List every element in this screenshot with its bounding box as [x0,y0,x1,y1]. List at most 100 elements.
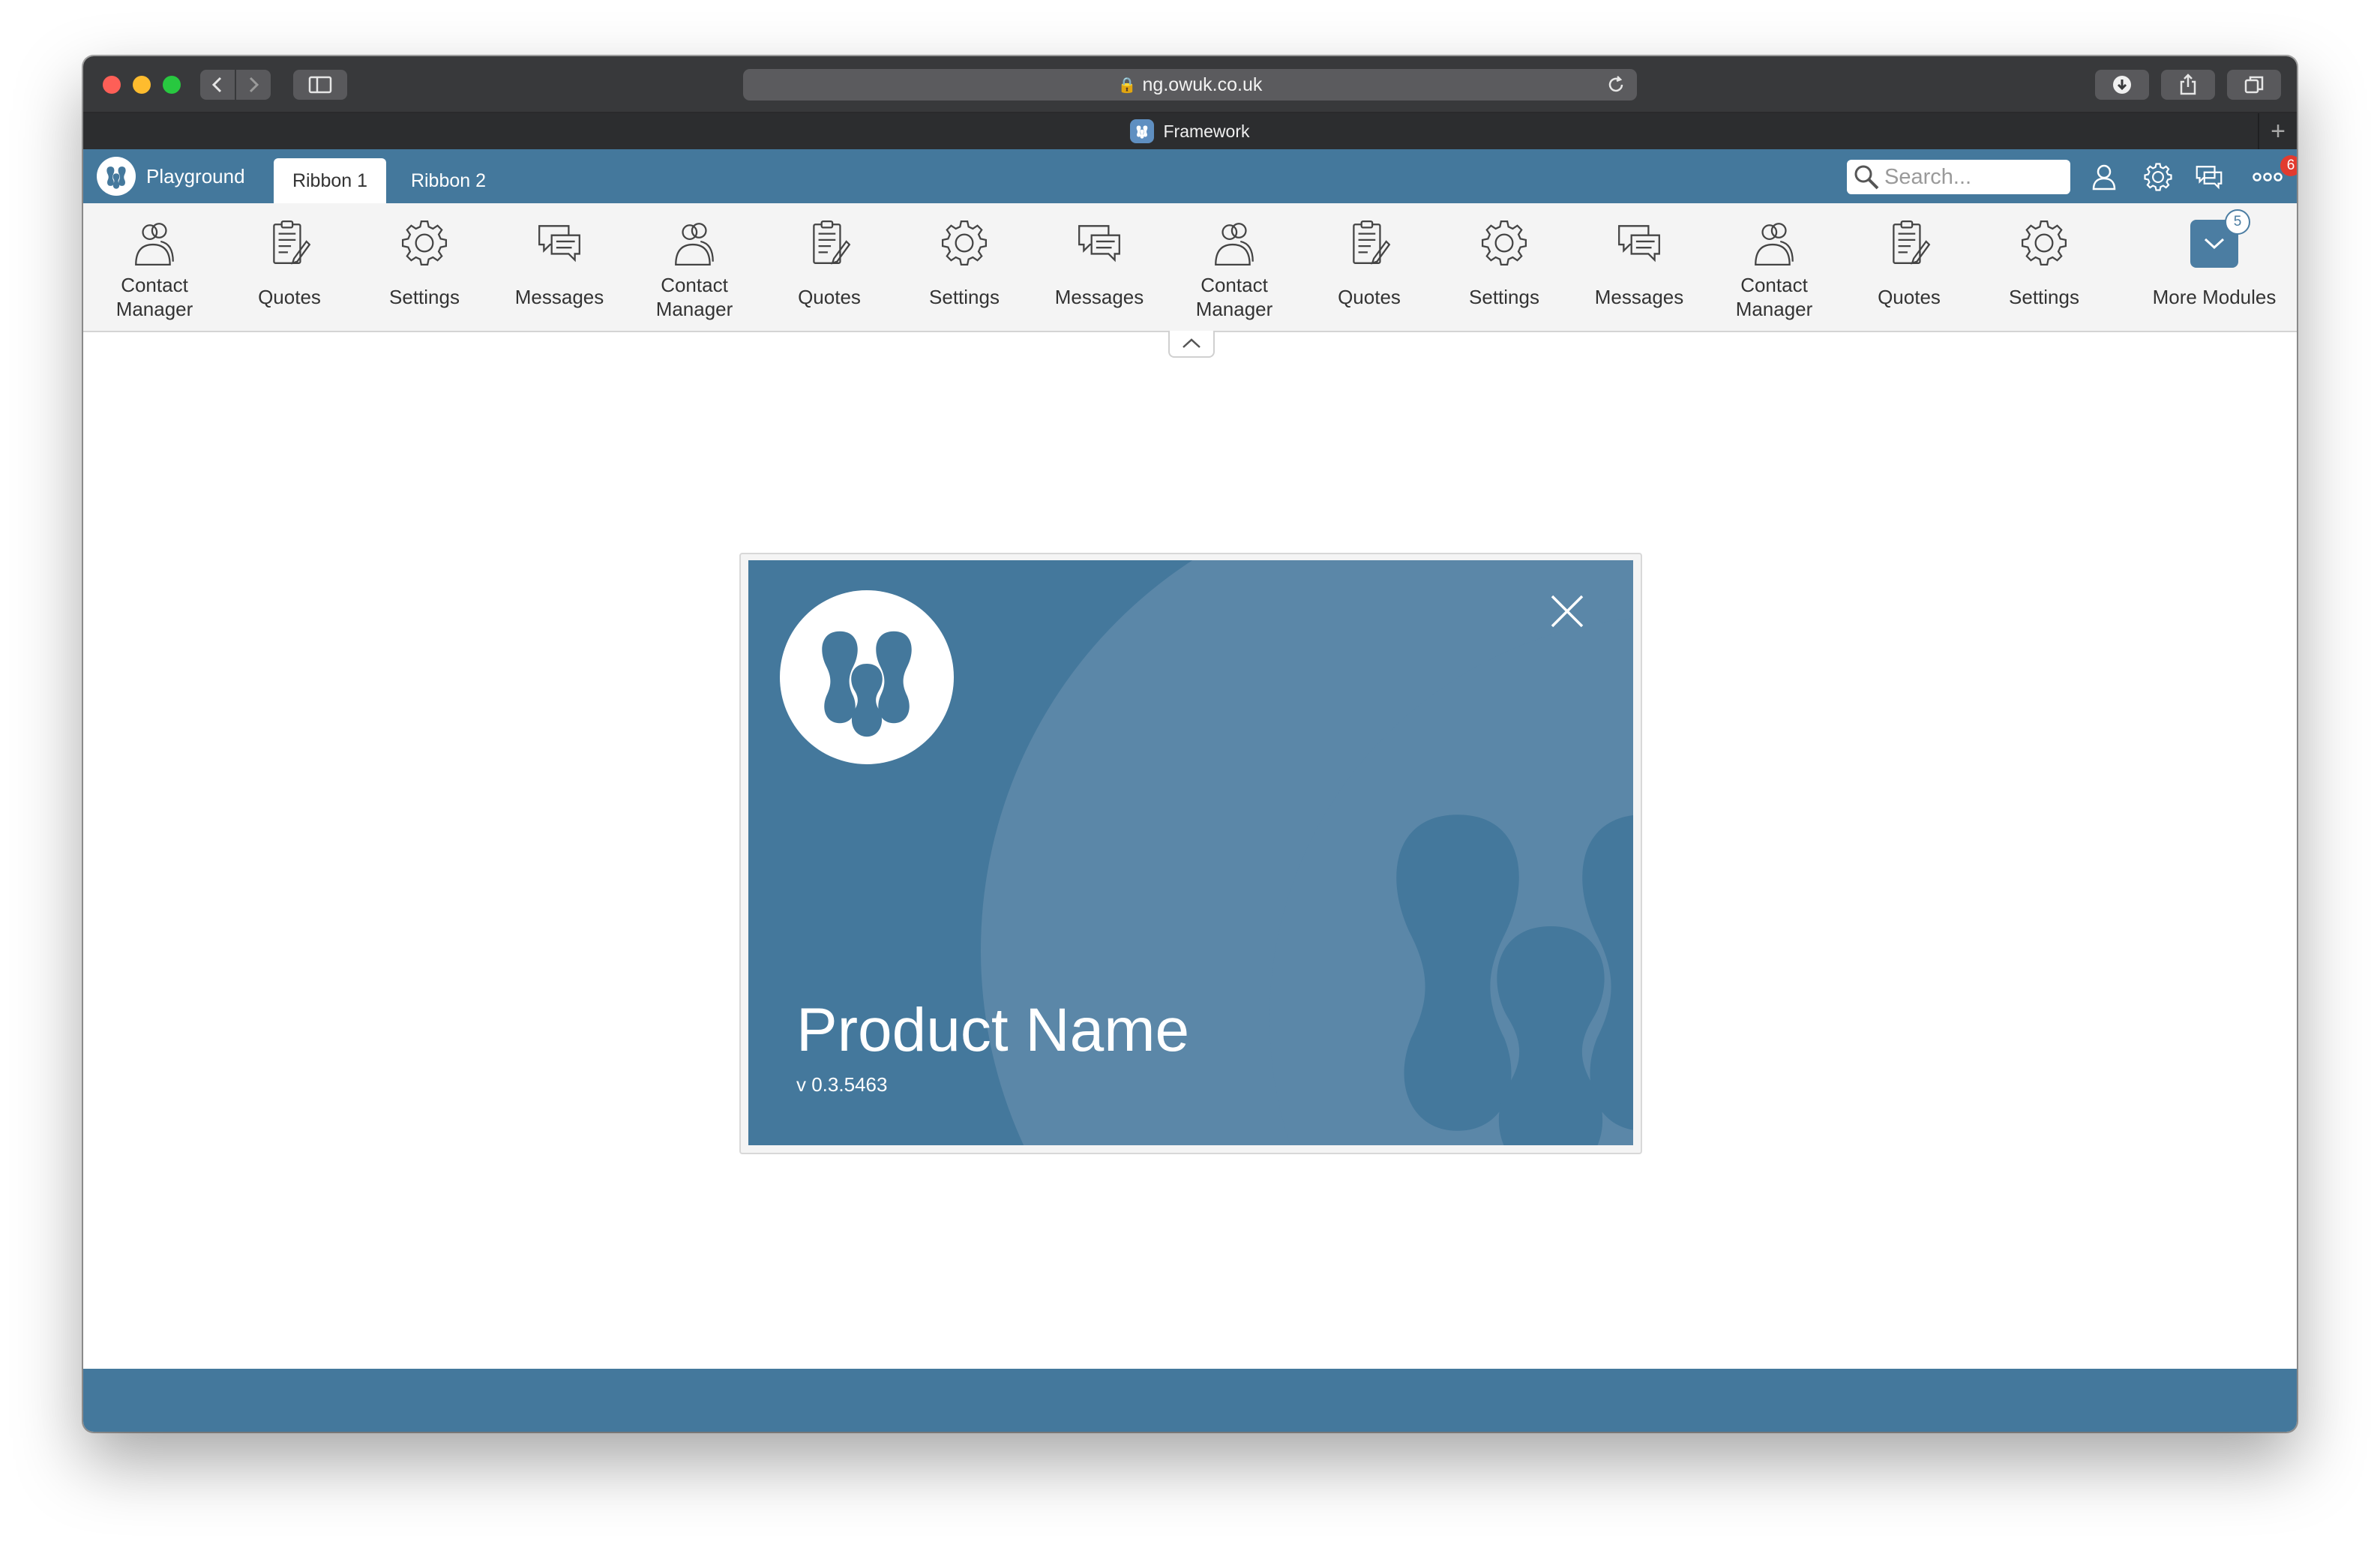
quotes-icon [265,218,314,268]
ribbon-item-label: Contact Manager [115,274,193,320]
share-icon [2180,74,2196,95]
quotes-icon [1884,218,1934,268]
browser-window: 🔒 ng.owuk.co.uk Framework + Playground R [83,56,2297,1432]
ribbon-item-label: Quotes [1878,286,1941,308]
close-window-button[interactable] [103,76,121,94]
ribbon-item-label: Settings [929,286,1000,308]
new-tab-button[interactable]: + [2258,113,2297,149]
app-footer [83,1369,2297,1432]
search-placeholder: Search... [1884,164,1972,189]
about-dialog: Product Name v 0.3.5463 [739,553,1642,1154]
ribbon-item-settings[interactable]: Settings [1440,203,1568,331]
close-dialog-icon[interactable] [1549,593,1585,629]
ribbon-item-messages[interactable]: Messages [1036,203,1163,331]
url-text: ng.owuk.co.uk [1142,74,1263,95]
quotes-icon [1344,218,1394,268]
ribbon-item-label: Quotes [1338,286,1401,308]
search-box[interactable]: Search... [1847,160,2070,194]
address-bar[interactable]: 🔒 ng.owuk.co.uk [743,69,1637,100]
ribbon-item-quotes[interactable]: Quotes [1305,203,1433,331]
more-modules-button[interactable]: 5 More Modules [2151,203,2278,331]
messages-icon [2196,166,2223,190]
app-brand-label: Playground [146,164,245,188]
browser-tab-title: Framework [1163,121,1250,141]
ribbon-item-messages[interactable]: Messages [1575,203,1703,331]
ribbon-item-contact-manager[interactable]: Contact Manager [1171,203,1298,331]
tab-ribbon-2[interactable]: Ribbon 2 [392,158,505,203]
forward-button[interactable] [236,70,271,100]
ribbon-item-contact-manager[interactable]: Contact Manager [631,203,758,331]
gear-icon [1479,218,1529,268]
ribbon-item-quotes[interactable]: Quotes [1845,203,1973,331]
browser-tab[interactable]: Framework + [83,113,2297,149]
gear-icon [940,218,989,268]
ribbon-item-label: Settings [2009,286,2079,308]
browser-toolbar: 🔒 ng.owuk.co.uk [83,56,2297,113]
contacts-icon [130,218,179,268]
search-icon [1854,165,1879,190]
chevron-up-icon [1183,338,1200,348]
contacts-icon [1209,218,1259,268]
more-dots-icon [2253,172,2283,182]
messages-icon [1614,218,1664,268]
ribbon-item-label: Quotes [798,286,861,308]
messages-icon [535,218,584,268]
gear-icon [2144,163,2172,191]
ribbon-item-settings[interactable]: Settings [361,203,488,331]
downloads-button[interactable] [2095,70,2149,100]
ribbon-item-contact-manager[interactable]: Contact Manager [91,203,218,331]
user-icon [2092,164,2116,190]
more-menu-button[interactable] [2250,160,2285,194]
gear-icon [2019,218,2069,268]
ribbon-item-settings[interactable]: Settings [901,203,1028,331]
framework-favicon-icon [1130,119,1155,143]
more-modules-count: 5 [2225,209,2250,235]
ribbon-item-label: Contact Manager [655,274,733,320]
sidebar-button[interactable] [293,70,347,100]
notifications-button[interactable] [2192,160,2226,194]
ribbon-item-label: Messages [1054,286,1144,308]
contacts-icon [1749,218,1799,268]
contacts-icon [670,218,719,268]
user-button[interactable] [2087,160,2121,194]
share-button[interactable] [2161,70,2215,100]
back-button[interactable] [200,70,235,100]
app-brand[interactable]: Playground [97,157,245,196]
product-version: v 0.3.5463 [796,1073,888,1096]
ribbon-item-label: Messages [514,286,604,308]
lock-icon: 🔒 [1117,76,1137,94]
ribbon-toolbar: Contact Manager Quotes Settings Messages Con… [83,203,2297,332]
ribbon-item-label: Contact Manager [1195,274,1273,320]
ribbon-item-messages[interactable]: Messages [496,203,623,331]
ribbon-item-label: Quotes [258,286,321,308]
more-modules-icon: 5 [2190,209,2250,268]
ribbon-item-quotes[interactable]: Quotes [226,203,353,331]
messages-icon [1075,218,1124,268]
more-modules-label: More Modules [2152,286,2277,308]
zoom-window-button[interactable] [163,76,181,94]
reload-icon[interactable] [1605,74,1626,95]
download-icon [2113,76,2131,94]
app-logo-icon [97,157,136,196]
ribbon-item-label: Messages [1594,286,1684,308]
tabs-icon [2244,76,2264,94]
sidebar-icon [308,76,332,94]
ribbon-item-contact-manager[interactable]: Contact Manager [1710,203,1838,331]
about-dialog-panel: Product Name v 0.3.5463 [748,560,1633,1145]
product-name: Product Name [796,996,1190,1064]
chevron-right-icon [249,76,259,93]
product-logo-icon [780,590,954,764]
settings-button[interactable] [2141,160,2175,194]
ribbon-item-label: Contact Manager [1735,274,1813,320]
app-header: Playground Ribbon 1 Ribbon 2 Search... 6 [83,149,2297,203]
minimize-window-button[interactable] [133,76,151,94]
ribbon-item-label: Settings [389,286,460,308]
gear-icon [400,218,449,268]
chevron-left-icon [211,76,222,93]
tab-ribbon-1[interactable]: Ribbon 1 [274,158,386,203]
quotes-icon [805,218,854,268]
ribbon-item-settings[interactable]: Settings [1980,203,2108,331]
ribbon-item-quotes[interactable]: Quotes [766,203,893,331]
tab-overview-button[interactable] [2227,70,2281,100]
collapse-ribbon-button[interactable] [1168,331,1215,358]
